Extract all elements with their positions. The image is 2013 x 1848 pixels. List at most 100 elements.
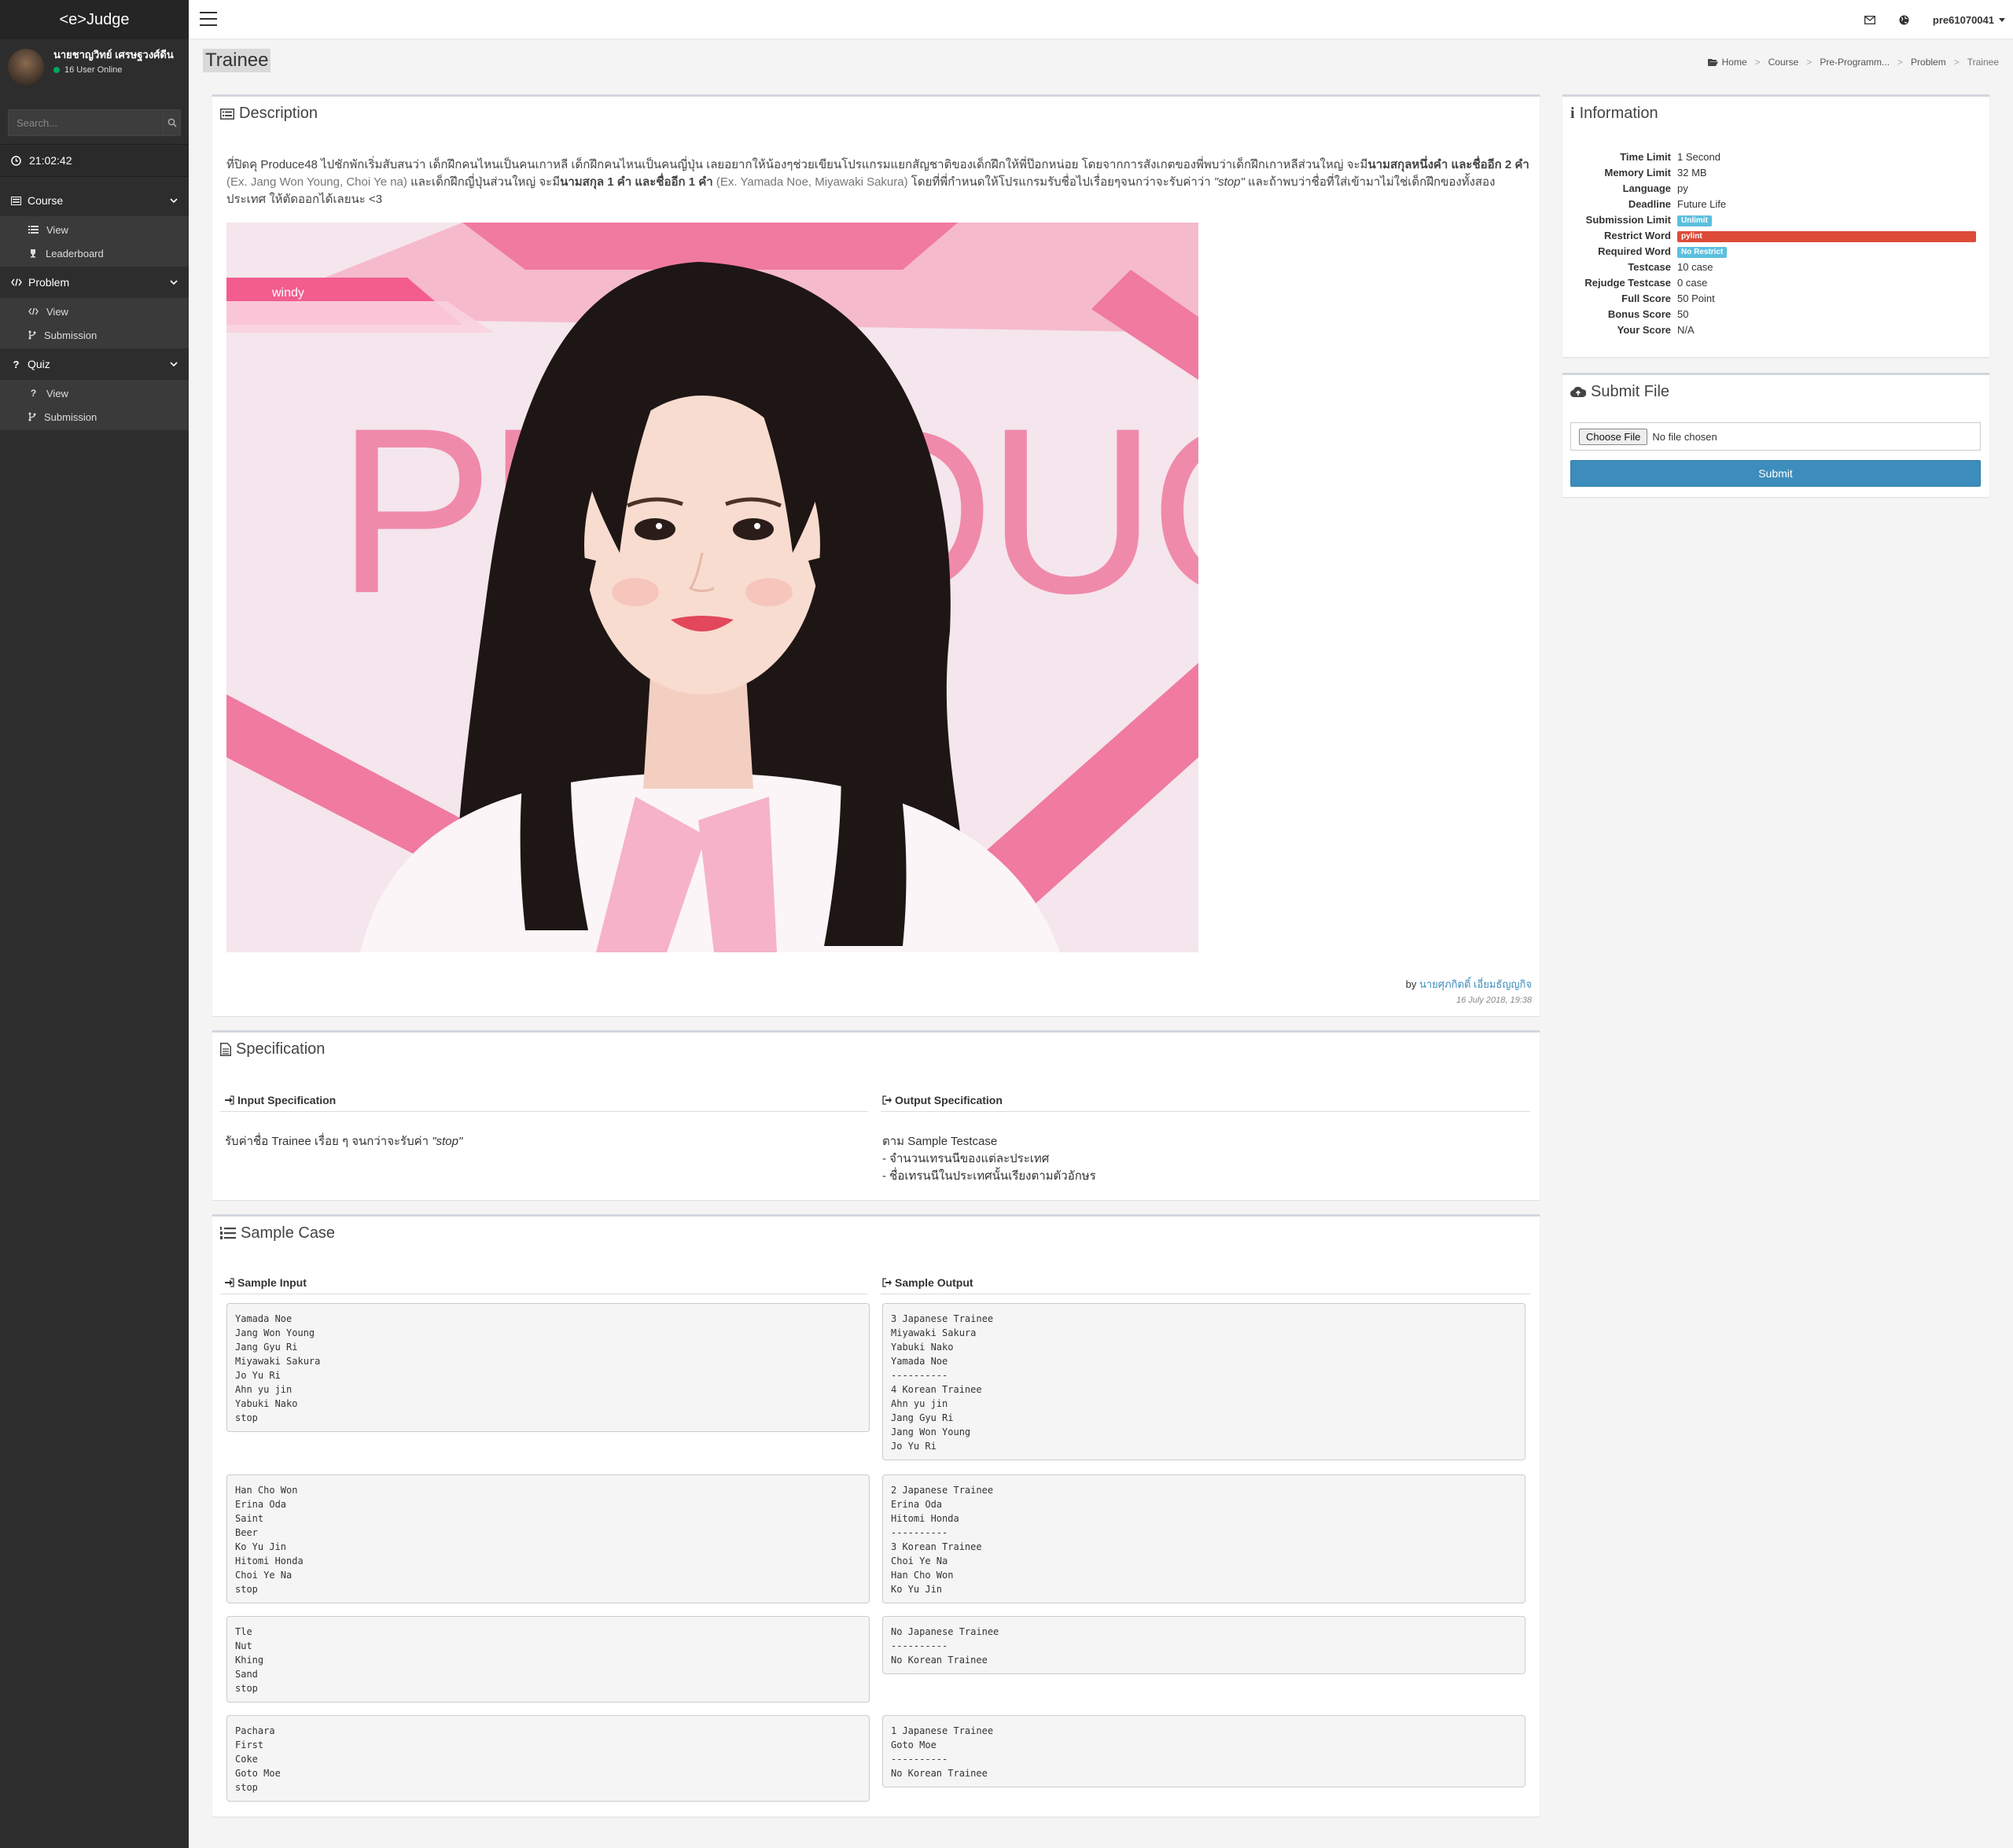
info-key: Memory Limit: [1604, 166, 1671, 179]
topbar: pre61070041: [189, 0, 2013, 39]
sidebar-item-label: View: [46, 305, 68, 318]
info-value: py: [1677, 182, 1688, 194]
user-menu[interactable]: pre61070041: [1933, 14, 2005, 26]
input-spec-stop-keyword: "stop": [432, 1135, 463, 1148]
page-title: Trainee: [203, 49, 271, 72]
list-ol-icon: [220, 1227, 236, 1239]
info-value: 50: [1677, 307, 1689, 320]
folder-open-icon: [1707, 59, 1718, 66]
file-status: No file chosen: [1652, 430, 1717, 443]
app-logo[interactable]: <e>Judge: [0, 0, 189, 39]
input-spec-label: Input Specification: [237, 1094, 337, 1106]
search-input[interactable]: [9, 110, 163, 135]
info-value: 32 MB: [1677, 166, 1707, 179]
sign-in-icon: [225, 1095, 234, 1105]
menu-problem[interactable]: Problem: [0, 267, 189, 298]
info-key: Submission Limit: [1585, 213, 1671, 226]
info-value: 1 Second: [1677, 150, 1720, 163]
breadcrumb-home[interactable]: Home: [1722, 57, 1747, 68]
info-value: Unlimit: [1677, 213, 1712, 226]
desc-example-1: (Ex. Jang Won Young, Choi Ye na): [226, 175, 411, 189]
breadcrumb: Home > Course > Pre-Programm... > Problem > …: [1707, 57, 1999, 68]
info-row: Restrict Word pylint: [1570, 227, 1976, 243]
information-table: Time Limit 1 Second Memory Limit 32 MB Langu…: [1570, 149, 1976, 337]
sample-input-1: Yamada Noe Jang Won Young Jang Gyu Ri Mi…: [226, 1303, 870, 1432]
sidebar-search: [8, 109, 181, 136]
info-row: Deadline Future Life: [1570, 196, 1976, 212]
info-key: Required Word: [1598, 245, 1671, 257]
info-key: Bonus Score: [1607, 307, 1671, 320]
user-panel: นายชาญวิทย์ เศรษฐวงศ์ดีน 16 User Online: [0, 39, 189, 98]
menu-quiz[interactable]: ? Quiz: [0, 348, 189, 380]
info-row: Required Word No Restrict: [1570, 243, 1976, 259]
sample-case-box: Sample Case Sample Input Sample Output Y…: [212, 1214, 1540, 1817]
submit-file-heading: Submit File: [1591, 383, 1670, 400]
code-icon: [28, 307, 39, 315]
search-button[interactable]: [163, 110, 180, 135]
breadcrumb-pre-programming[interactable]: Pre-Programm...: [1820, 57, 1890, 68]
question-icon: ?: [13, 358, 20, 370]
sample-output-2: 2 Japanese Trainee Erina Oda Hitomi Hond…: [882, 1474, 1525, 1603]
info-value: 50 Point: [1677, 292, 1715, 304]
sample-output-heading: Sample Output: [882, 1276, 973, 1289]
sample-input-heading: Sample Input: [225, 1276, 307, 1289]
user-name: นายชาญวิทย์ เศรษฐวงศ์ดีน: [53, 49, 174, 61]
submenu-quiz: ? View Submission: [0, 380, 189, 430]
trophy-icon: [31, 249, 35, 258]
sidebar: <e>Judge นายชาญวิทย์ เศรษฐวงศ์ดีน 16 Use…: [0, 0, 189, 1848]
info-row: Your Score N/A: [1570, 322, 1976, 337]
envelope-icon[interactable]: [1864, 15, 1875, 24]
desc-stop-keyword: "stop": [1213, 175, 1245, 189]
submit-file-box: Submit File Choose File No file chosen S…: [1562, 373, 1989, 497]
input-spec-body: รับค่าชื่อ Trainee เรื่อย ๆ จนกว่าจะรับค…: [225, 1135, 432, 1148]
chevron-down-icon: [170, 361, 178, 366]
menu-toggle-icon[interactable]: [200, 12, 217, 26]
author-byline: by นายศุภกิตติ์ เอี่ยมธัญญกิจ 16 July 20…: [1406, 976, 1532, 1005]
sidebar-item-quiz-view[interactable]: ? View: [0, 381, 189, 405]
output-spec-line: - จำนวนเทรนนีของแต่ละประเทศ: [882, 1152, 1050, 1165]
breadcrumb-trainee: Trainee: [1967, 57, 1999, 68]
sidebar-item-course-view[interactable]: View: [0, 218, 189, 241]
cloud-upload-icon: [1570, 386, 1586, 398]
choose-file-button[interactable]: Choose File: [1579, 428, 1648, 445]
info-row: Memory Limit 32 MB: [1570, 164, 1976, 180]
info-badge: pylint: [1677, 230, 1976, 242]
info-row: Testcase 10 case: [1570, 259, 1976, 274]
clock-time: 21:02:42: [29, 154, 72, 167]
menu-problem-label: Problem: [28, 276, 70, 289]
desc-text-2: และเด็กฝึกญี่ปุ่นส่วนใหญ่ จะมี: [410, 175, 561, 189]
sidebar-item-problem-submission[interactable]: Submission: [0, 323, 189, 347]
submenu-course: View Leaderboard: [0, 216, 189, 267]
username: pre61070041: [1932, 13, 1994, 26]
submit-button[interactable]: Submit: [1570, 460, 1981, 487]
sign-in-icon: [225, 1278, 234, 1287]
code-fork-icon: [28, 412, 36, 422]
info-badge: Unlimit: [1677, 215, 1712, 226]
file-input[interactable]: Choose File No file chosen: [1570, 422, 1981, 451]
menu-course[interactable]: Course: [0, 185, 189, 216]
caret-down-icon: [1999, 17, 2005, 22]
breadcrumb-course[interactable]: Course: [1768, 57, 1799, 68]
code-icon: [11, 278, 22, 286]
info-key: Restrict Word: [1604, 229, 1671, 241]
specification-box: Specification Input Specification Output…: [212, 1030, 1540, 1200]
sample-input-3: Tle Nut Khing Sand stop: [226, 1616, 870, 1703]
sidebar-item-problem-view[interactable]: View: [0, 300, 189, 323]
sign-out-icon: [882, 1278, 892, 1287]
globe-icon[interactable]: [1899, 15, 1909, 25]
author-link[interactable]: นายศุภกิตติ์ เอี่ยมธัญญกิจ: [1419, 978, 1532, 990]
desc-example-2: (Ex. Yamada Noe, Miyawaki Sakura): [712, 175, 911, 189]
breadcrumb-problem[interactable]: Problem: [1911, 57, 1946, 68]
info-value: No Restrict: [1677, 245, 1728, 258]
info-value: 0 case: [1677, 276, 1708, 289]
output-spec-line: ตาม Sample Testcase: [882, 1135, 998, 1148]
sample-input-2: Han Cho Won Erina Oda Saint Beer Ko Yu J…: [226, 1474, 870, 1603]
sidebar-item-leaderboard[interactable]: Leaderboard: [0, 241, 189, 265]
info-key: Time Limit: [1620, 150, 1671, 163]
trainee-photo-illustration: PRODUCE windy: [226, 223, 1198, 952]
sample-output-1: 3 Japanese Trainee Miyawaki Sakura Yabuk…: [882, 1303, 1525, 1460]
sidebar-item-quiz-submission[interactable]: Submission: [0, 405, 189, 429]
trainee-photo: PRODUCE windy: [226, 223, 1198, 952]
information-box: i Information Time Limit 1 Second Memory L…: [1562, 94, 1989, 357]
info-key: Rejudge Testcase: [1584, 276, 1671, 289]
